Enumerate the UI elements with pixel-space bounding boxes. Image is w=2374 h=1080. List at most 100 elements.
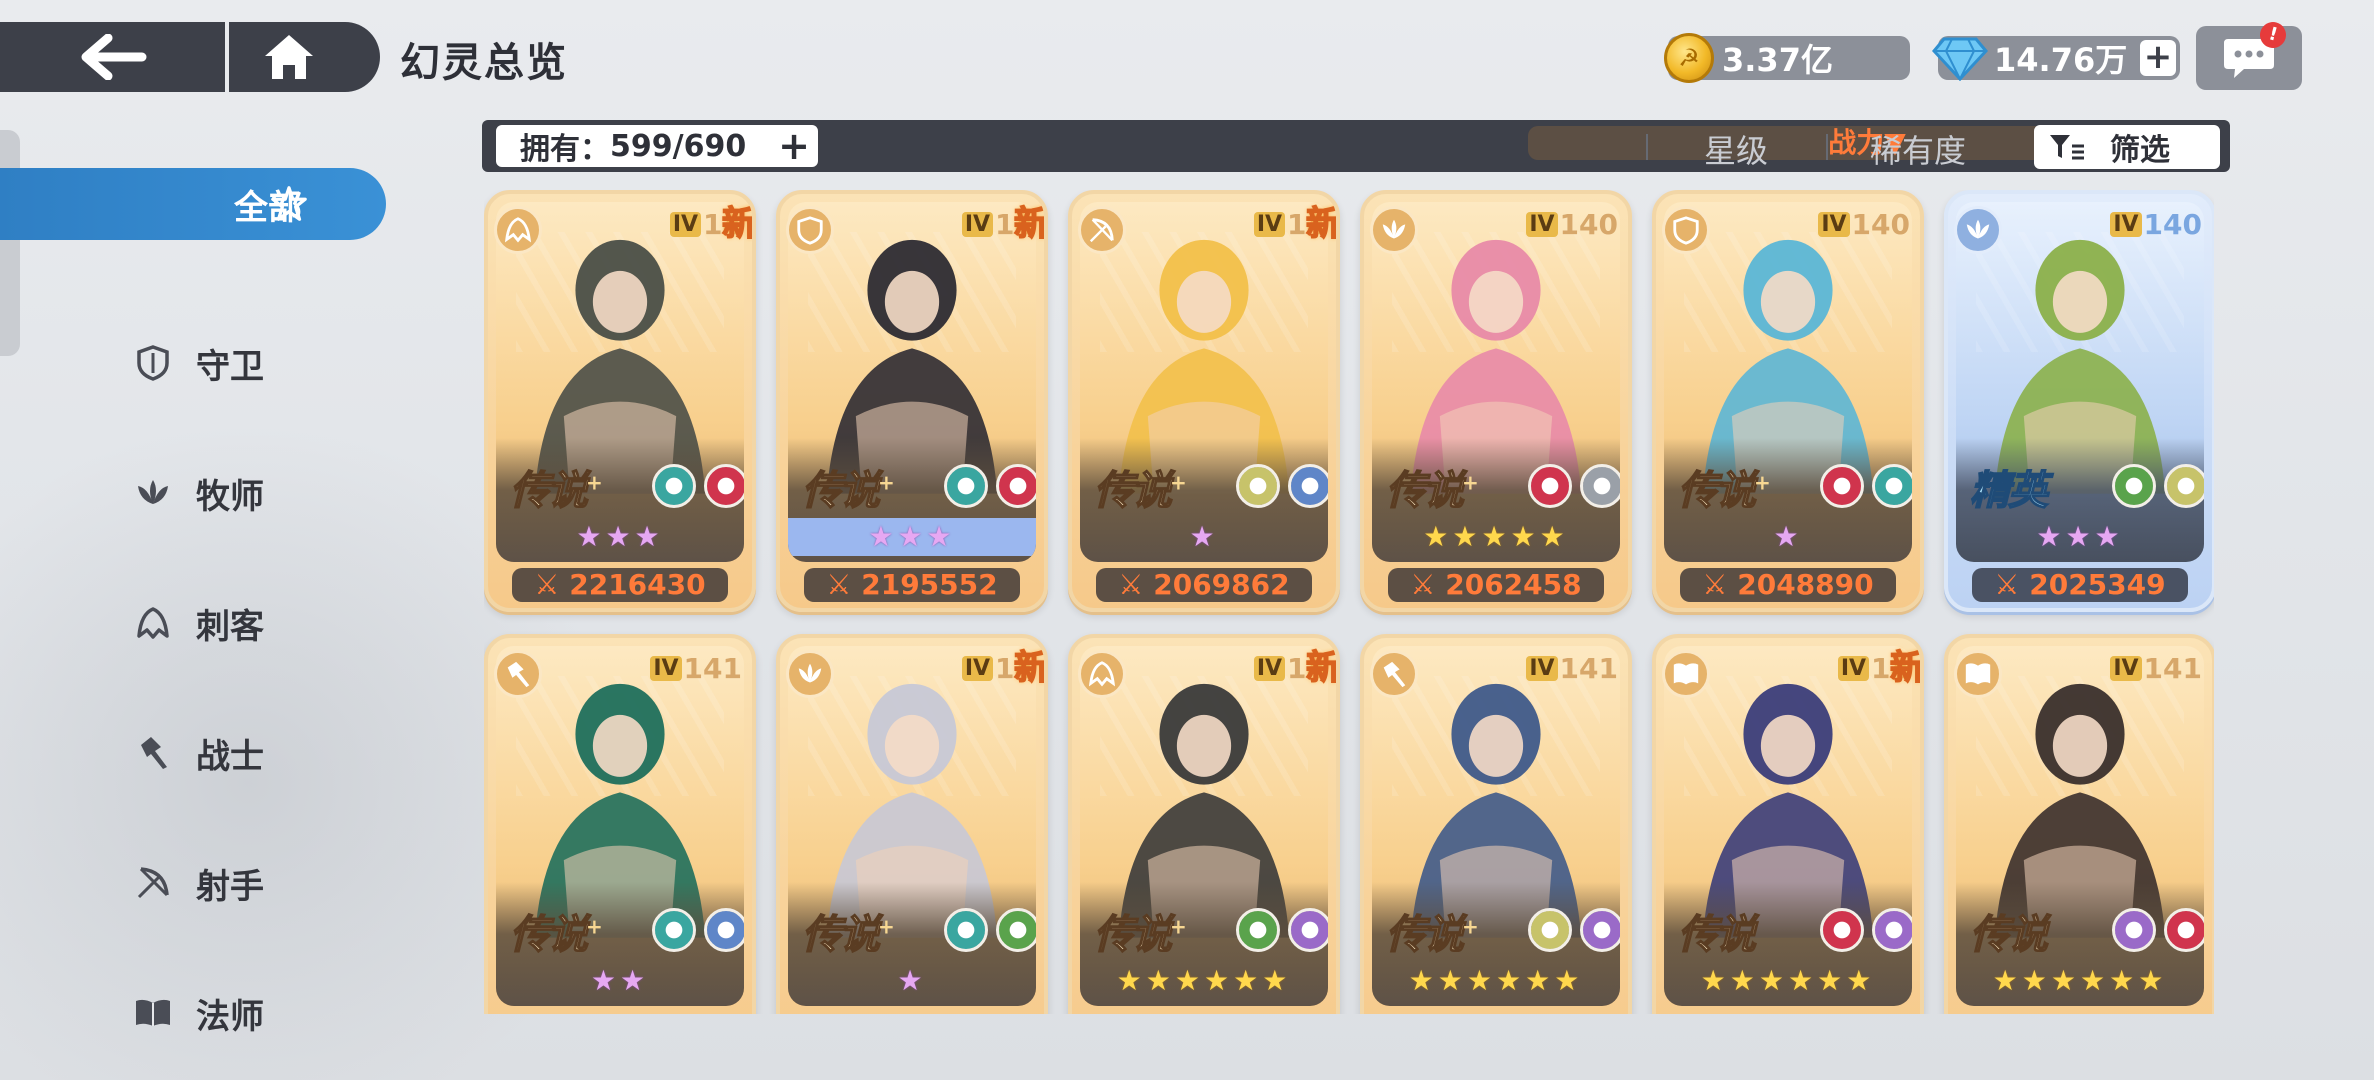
sidebar-item-archer[interactable]: 射手: [0, 818, 390, 948]
star-icon: ★: [620, 964, 650, 997]
hero-portrait-frame: 传说+ ★: [1080, 202, 1328, 562]
star-rating: ★★: [496, 962, 744, 1000]
new-badge: 新: [1013, 647, 1048, 689]
expand-capacity-button[interactable]: +: [778, 127, 810, 165]
filter-button[interactable]: 筛选: [2034, 125, 2220, 169]
sidebar-item-label: 射手: [196, 866, 264, 907]
star-rating: ★★★★★★: [1080, 962, 1328, 1000]
star-icon: ★: [2080, 964, 2110, 997]
element-icon: [996, 464, 1036, 508]
star-icon: ★: [2065, 520, 2095, 553]
diamond-icon: [1932, 37, 1988, 81]
filter-bar: 拥有： 599/690 + 战力▼ 星级 稀有度 筛选: [482, 120, 2230, 172]
level-label: IV 141: [2110, 652, 2202, 685]
element-icon: [2164, 464, 2204, 508]
add-gems-button[interactable]: +: [2140, 40, 2176, 76]
star-icon: ★: [2036, 520, 2066, 553]
filter-label: 筛选: [2110, 133, 2170, 168]
assassin-icon: [1078, 650, 1126, 698]
gold-currency[interactable]: ☭ 3.37亿: [1664, 33, 1910, 83]
gem-currency[interactable]: 14.76万 +: [1932, 36, 2180, 81]
hero-card[interactable]: 传说+ ★★★ IV 14 新 ⚔ 2195552: [776, 190, 1048, 612]
gem-amount: 14.76万: [1994, 41, 2128, 79]
sort-by-rarity[interactable]: 稀有度: [1870, 126, 1966, 172]
book-icon: [134, 994, 172, 1032]
hero-card[interactable]: 传说 ★★★★★★ IV 141: [1944, 634, 2214, 1014]
sidebar-item-label: 刺客: [196, 606, 264, 647]
new-badge: 新: [1013, 203, 1048, 245]
bow-icon: [134, 864, 172, 902]
hero-card[interactable]: 传说+ ★★ IV 141: [484, 634, 756, 1014]
element-icon: [1288, 908, 1328, 952]
level-label: IV 140: [1818, 208, 1910, 241]
book-icon: [1662, 650, 1710, 698]
sidebar-item-assassin[interactable]: 刺客: [0, 558, 390, 688]
star-icon: ★: [634, 520, 664, 553]
tier-iv-icon: IV: [961, 212, 994, 237]
sidebar-item-label: 法师: [196, 996, 264, 1037]
home-button[interactable]: [229, 22, 349, 92]
star-icon: ★: [1145, 964, 1175, 997]
hero-card[interactable]: 传说 ★★★★★★ IV 14 新: [1652, 634, 1924, 1014]
element-icon: [944, 464, 988, 508]
level-label: IV 141: [650, 652, 742, 685]
hammer-icon: [494, 650, 542, 698]
sort-by-star[interactable]: 星级: [1704, 126, 1768, 172]
hero-card[interactable]: 精英 ★★★ IV 140 ⚔ 2025349: [1944, 190, 2214, 612]
star-rating: ★★★★★★: [1372, 962, 1620, 1000]
combat-power: ⚔ 2216430: [512, 568, 728, 602]
hero-card[interactable]: 传说+ ★ IV 140 ⚔ 2048890: [1652, 190, 1924, 612]
star-rating: ★★★★★★: [1956, 962, 2204, 1000]
tier-iv-icon: IV: [650, 656, 682, 681]
tier-iv-icon: IV: [2110, 212, 2142, 237]
shield-icon: [134, 344, 172, 382]
owned-count-box[interactable]: 拥有： 599/690 +: [496, 125, 818, 167]
lotus-icon: [134, 474, 172, 512]
hero-card[interactable]: 传说+ ★★★★★★ IV 141: [1360, 634, 1632, 1014]
combat-power: ⚔ 2062458: [1388, 568, 1604, 602]
star-icon: ★: [2138, 964, 2168, 997]
owned-value: 599/690: [610, 128, 747, 164]
hero-card[interactable]: 传说+ ★ IV 14 新 ⚔ 2069862: [1068, 190, 1340, 612]
star-icon: ★: [1496, 964, 1526, 997]
gold-amount: 3.37亿: [1722, 41, 1833, 79]
hero-card[interactable]: 传说+ ★★★★★ IV 140 ⚔ 2062458: [1360, 190, 1632, 612]
sidebar-item-warrior[interactable]: 战士: [0, 688, 390, 818]
hero-portrait-frame: 精英 ★★★: [1956, 202, 2204, 562]
book-icon: [1954, 650, 2002, 698]
element-icon: [704, 464, 744, 508]
divider: [1826, 134, 1828, 160]
hero-portrait-frame: 传说+ ★: [1664, 202, 1912, 562]
assassin-icon: [494, 206, 542, 254]
sidebar-item-mage[interactable]: 法师: [0, 948, 390, 1078]
tier-iv-icon: IV: [2110, 656, 2142, 681]
hero-portrait-frame: 传说+ ★★: [496, 646, 744, 1006]
hero-card[interactable]: 传说+ ★ IV 14 新: [776, 634, 1048, 1014]
star-icon: ★: [1700, 964, 1730, 997]
sidebar-item-priest[interactable]: 牧师: [0, 428, 390, 558]
lotus-icon: [1370, 206, 1418, 254]
back-button[interactable]: [0, 22, 225, 92]
hero-card[interactable]: 传说+ ★★★★★★ IV 14 新: [1068, 634, 1340, 1014]
star-icon: ★: [1554, 964, 1584, 997]
star-icon: ★: [926, 520, 956, 553]
sidebar-item-guard[interactable]: 守卫: [0, 298, 390, 428]
back-arrow-icon: [81, 34, 146, 80]
star-icon: ★: [1262, 964, 1292, 997]
chat-button[interactable]: !: [2196, 19, 2302, 90]
sidebar-item-label: 全部: [234, 187, 302, 228]
rarity-label: 传说+: [1385, 467, 1478, 515]
sidebar-item-all[interactable]: 全部: [0, 168, 390, 240]
hero-card[interactable]: 传说+ ★★★ IV 14 新 ⚔ 2216430: [484, 190, 756, 612]
owned-label: 拥有：: [520, 132, 610, 167]
sidebar-item-label: 战士: [196, 736, 264, 777]
tier-iv-icon: IV: [1526, 212, 1558, 237]
star-icon: ★: [1423, 520, 1453, 553]
rarity-label: 传说: [1677, 911, 1757, 959]
star-icon: ★: [1729, 964, 1759, 997]
element-icon: [1288, 464, 1328, 508]
swords-icon: ⚔: [1994, 568, 2020, 601]
star-icon: ★: [2094, 520, 2124, 553]
element-icon: [996, 908, 1036, 952]
rarity-label: 精英: [1969, 467, 2049, 515]
